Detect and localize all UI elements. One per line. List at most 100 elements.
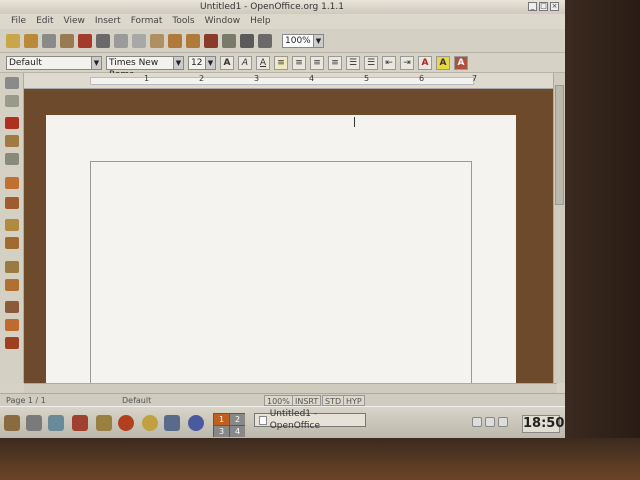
menu-edit[interactable]: Edit (31, 14, 58, 29)
cut-icon[interactable] (114, 33, 128, 48)
ruler-number: 3 (254, 74, 260, 83)
insert-icon[interactable] (5, 77, 19, 89)
status-zoom[interactable]: 100% (264, 395, 293, 406)
status-style: Default (122, 396, 152, 405)
image-viewer-icon[interactable] (164, 415, 180, 431)
italic-button[interactable]: A (238, 55, 252, 70)
close-button[interactable]: × (550, 2, 559, 11)
redo-icon[interactable] (186, 33, 200, 48)
globe-icon[interactable] (118, 415, 134, 431)
document-page[interactable] (46, 115, 516, 401)
font-name-select[interactable]: Times New Roma ▼ (106, 55, 184, 80)
datasources-icon[interactable] (5, 237, 19, 249)
save-icon[interactable] (42, 33, 56, 48)
page-icon[interactable] (258, 33, 272, 48)
desktop-2-button[interactable]: 2 (230, 414, 245, 425)
task-button-label: Untitled1 - OpenOffice (269, 409, 320, 431)
konsole-icon[interactable] (48, 415, 64, 431)
numbering-icon[interactable]: ☰ (346, 55, 360, 70)
show-draw-icon[interactable] (5, 135, 19, 147)
desktop-4-button[interactable]: 4 (230, 426, 245, 437)
zoom-select[interactable]: 100% ▼ (282, 33, 324, 48)
browser-icon[interactable] (72, 415, 88, 431)
bold-button[interactable]: A (220, 55, 234, 70)
paste-icon[interactable] (150, 33, 164, 48)
menu-help[interactable]: Help (245, 14, 276, 29)
undo-icon[interactable] (168, 33, 182, 48)
kmenu-icon[interactable] (4, 415, 20, 431)
ruler-number: 1 (144, 74, 150, 83)
background-color-button[interactable]: A (454, 55, 468, 70)
ruler-number: 4 (309, 74, 315, 83)
status-selection-mode[interactable]: STD (322, 395, 345, 406)
new-icon[interactable] (6, 33, 20, 48)
bullets-icon[interactable]: ☰ (364, 55, 378, 70)
menu-format[interactable]: Format (126, 14, 168, 29)
menu-window[interactable]: Window (200, 14, 246, 29)
gallery-icon[interactable] (222, 33, 236, 48)
status-hyperlink-mode[interactable]: HYP (343, 395, 365, 406)
scrollbar-thumb[interactable] (555, 85, 564, 205)
highlight-button[interactable]: A (436, 55, 450, 70)
justify-icon[interactable]: ≡ (328, 55, 342, 70)
task-button-writer[interactable]: Untitled1 - OpenOffice (254, 409, 366, 431)
clipboard-icon[interactable] (485, 417, 495, 427)
objects-icon[interactable] (5, 117, 19, 129)
graphics-icon[interactable] (5, 279, 19, 291)
paragraph-style-select[interactable]: Default ▼ (6, 55, 102, 70)
ruler-number: 5 (364, 74, 370, 83)
align-left-icon[interactable]: ≡ (274, 55, 288, 70)
edit-icon[interactable] (60, 33, 74, 48)
find-icon[interactable] (5, 219, 19, 231)
desktop-1-button[interactable]: 1 (214, 414, 229, 425)
font-color-button[interactable]: A (418, 55, 432, 70)
increase-indent-icon[interactable]: ⇥ (400, 55, 414, 70)
underline-button[interactable]: A (256, 55, 270, 70)
chevron-down-icon: ▼ (205, 56, 215, 69)
export-pdf-icon[interactable] (78, 33, 92, 48)
vertical-scrollbar[interactable] (553, 73, 565, 383)
navigator-icon[interactable] (204, 33, 218, 48)
screen-border-right (565, 0, 640, 480)
align-right-icon[interactable]: ≡ (310, 55, 324, 70)
text-boundary[interactable] (90, 161, 472, 401)
taskbar: 1 2 3 4 Untitled1 - OpenOffice 18:50 (0, 406, 565, 438)
desktop-pager: 1 2 3 4 (213, 413, 245, 437)
spellcheck-icon[interactable] (5, 177, 19, 189)
minimize-button[interactable]: _ (528, 2, 537, 11)
clock[interactable]: 18:50 (522, 415, 564, 433)
network-icon[interactable] (498, 417, 508, 427)
direct-cursor-icon[interactable] (5, 319, 19, 331)
office-icon[interactable] (96, 415, 112, 431)
nonprinting-icon[interactable] (5, 261, 19, 273)
font-size-select[interactable]: 12 ▼ (188, 55, 216, 70)
online-layout-icon[interactable] (5, 301, 19, 313)
fields-icon[interactable] (5, 95, 19, 107)
form-icon[interactable] (5, 153, 19, 165)
print-icon[interactable] (96, 33, 110, 48)
home-icon[interactable] (26, 415, 42, 431)
align-center-icon[interactable]: ≡ (292, 55, 306, 70)
menu-view[interactable]: View (59, 14, 90, 29)
copy-icon[interactable] (132, 33, 146, 48)
desktop-3-button[interactable]: 3 (214, 426, 229, 437)
maximize-button[interactable]: □ (539, 2, 548, 11)
decrease-indent-icon[interactable]: ⇤ (382, 55, 396, 70)
horizontal-ruler[interactable]: 1 2 3 4 5 6 7 (24, 73, 557, 89)
print-layout-icon[interactable] (5, 337, 19, 349)
horizontal-scrollbar[interactable] (24, 383, 557, 393)
document-area (24, 89, 557, 401)
menu-file[interactable]: File (6, 14, 31, 29)
open-icon[interactable] (24, 33, 38, 48)
screen: Untitled1 - OpenOffice.org 1.1.1 _ □ × F… (0, 0, 565, 438)
menu-tools[interactable]: Tools (167, 14, 199, 29)
volume-icon[interactable] (472, 417, 482, 427)
email-icon[interactable] (142, 415, 158, 431)
status-insert-mode[interactable]: INSRT (292, 395, 322, 406)
datasource-icon[interactable] (240, 33, 254, 48)
menu-insert[interactable]: Insert (90, 14, 126, 29)
formatting-toolbar: Default ▼ Times New Roma ▼ 12 ▼ A A A ≡ … (0, 53, 565, 80)
autospell-icon[interactable] (5, 197, 19, 209)
chevron-down-icon: ▼ (313, 34, 323, 47)
info-icon[interactable] (188, 415, 204, 431)
